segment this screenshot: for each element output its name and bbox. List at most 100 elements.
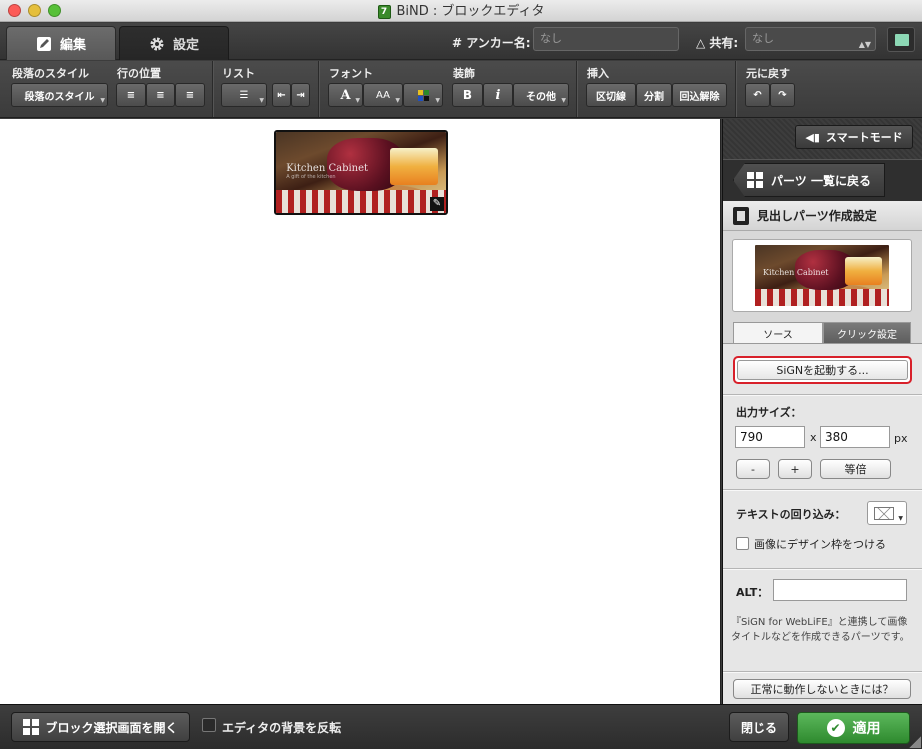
no-wrap-icon [874,507,894,520]
grid-icon [23,719,40,735]
paragraph-style-label: 段落のスタイル [12,67,89,80]
actual-size-button[interactable]: 等倍 [820,459,891,479]
undo-button[interactable]: ↶ [745,83,770,107]
insert-label: 挿入 [587,67,609,80]
output-size-label: 出力サイズ： [736,406,802,419]
tab-edit-label: 編集 [59,38,86,53]
dropdown-arrow-icon: ▼ [355,97,360,104]
tab-click-settings[interactable]: クリック設定 [823,322,911,344]
back-arrow-icon: ◀▮ [805,130,820,144]
resize-grip-icon[interactable] [909,736,921,748]
height-input[interactable]: 380 [820,426,890,448]
film-icon [733,206,749,225]
apply-button[interactable]: ✔ 適用 [797,712,910,744]
color-palette-icon [417,89,429,101]
back-to-parts-list-button[interactable]: パーツ 一覧に戻る [733,163,885,197]
redo-button[interactable]: ↷ [770,83,795,107]
unit-label: px [894,432,908,445]
bottom-bar: ブロック選択画面を開く エディタの背景を反転 閉じる ✔ 適用 [0,704,922,749]
bind-app-icon: 7 [377,5,391,19]
redo-icon: ↷ [778,89,787,101]
format-toolbar: 段落のスタイル 段落のスタイル ▼ 行の位置 ≡ ≡ ≡ リスト ☰ ▼ ⇤ ⇥ フ… [0,61,922,118]
mode-tab-bar: 編集 設定 # アンカー名: なし △ 共有: なし ▲▼ [0,23,922,60]
decoration-label: 装飾 [453,67,475,80]
align-center-icon: ≡ [156,89,165,101]
align-left-icon: ≡ [126,89,136,101]
grid-icon [747,172,764,188]
split-button[interactable]: 分割 [636,83,672,107]
smart-mode-button[interactable]: ◀▮ スマートモード [795,125,913,149]
increase-size-button[interactable]: + [778,459,812,479]
dropdown-arrow-icon: ▼ [561,97,566,104]
part-description: 『SiGN for WebLiFE』と連携して画像タイトルなどを作成できるパーツ… [731,617,910,643]
align-left-button[interactable]: ≡ [116,83,146,107]
tab-edit[interactable]: 編集 [6,26,116,60]
bullet-list-icon: ☰ [239,89,249,101]
font-color-button[interactable]: ▼ [403,83,443,107]
image-preview: Kitchen Cabinet [732,239,912,312]
close-window-button[interactable] [8,4,21,17]
font-label: フォント [329,67,373,80]
share-label: △ 共有: [696,36,739,50]
design-frame-label: 画像にデザイン枠をつける [754,538,886,551]
invert-background-checkbox[interactable] [202,718,216,732]
section-title: 見出しパーツ作成設定 [723,201,922,231]
text-wrap-select[interactable]: ▼ [867,501,907,525]
line-position-label: 行の位置 [117,67,161,80]
checkmark-icon: ✔ [826,719,845,737]
dropdown-arrow-icon: ▼ [898,515,903,522]
pencil-icon [36,36,51,51]
edit-part-icon[interactable]: ✎ [430,197,444,211]
panel-tabs: ソース クリック設定 [733,322,913,344]
invert-background-label: エディタの背景を反転 [222,721,342,735]
book-icon [895,34,909,46]
decrease-size-button[interactable]: - [736,459,770,479]
manual-book-button[interactable] [887,27,915,52]
dropdown-arrow-icon: ▼ [395,97,400,104]
font-size-button[interactable]: AA ▼ [363,83,403,107]
tab-settings[interactable]: 設定 [119,26,229,60]
open-block-select-button[interactable]: ブロック選択画面を開く [11,712,190,742]
indent-button[interactable]: ⇥ [291,83,310,107]
maximize-window-button[interactable] [48,4,61,17]
dropdown-arrow-icon: ▼ [259,97,264,104]
chevron-updown-icon: ▲▼ [858,40,871,49]
heading-image-part[interactable]: Kitchen Cabinet A gift of the kitchen ✎ [274,130,448,215]
dropdown-arrow-icon: ▼ [100,97,105,104]
outdent-button[interactable]: ⇤ [272,83,291,107]
gear-icon [150,37,164,50]
editor-canvas[interactable]: Kitchen Cabinet A gift of the kitchen ✎ [0,119,721,704]
design-frame-checkbox[interactable] [736,537,749,550]
launch-sign-button[interactable]: SiGNを起動する... [733,356,912,384]
other-decoration-button[interactable]: その他 ▼ [513,83,569,107]
minimize-window-button[interactable] [28,4,41,17]
alt-input[interactable] [773,579,907,601]
wrap-release-button[interactable]: 回込解除 [672,83,727,107]
align-right-icon: ≡ [185,89,195,101]
divider-line-button[interactable]: 区切線 [586,83,636,107]
share-select[interactable]: なし ▲▼ [745,27,876,51]
bold-button[interactable]: B [452,83,483,107]
paragraph-style-select[interactable]: 段落のスタイル ▼ [11,83,108,107]
align-right-button[interactable]: ≡ [175,83,205,107]
size-separator: x [810,431,817,444]
alt-label: ALT： [736,586,769,599]
list-style-button[interactable]: ☰ ▼ [221,83,267,107]
image-title-text: Kitchen Cabinet [286,162,369,174]
width-input[interactable]: 790 [735,426,805,448]
tab-source[interactable]: ソース [733,322,823,344]
italic-button[interactable]: i [483,83,513,107]
undo-icon: ↶ [753,89,762,101]
align-center-button[interactable]: ≡ [146,83,175,107]
indent-icon: ⇥ [296,89,305,101]
text-wrap-label: テキストの回り込み： [736,508,846,521]
block-editor-window: 7 BiND : ブロックエディタ 編集 設定 # アンカー名: なし △ 共有… [0,0,922,749]
anchor-name-label: # アンカー名: [452,36,531,50]
close-button[interactable]: 閉じる [729,712,789,742]
share-icon: △ [696,36,710,50]
font-family-button[interactable]: A ▼ [328,83,363,107]
anchor-name-input[interactable]: なし [533,27,679,51]
image-subtitle-text: A gift of the kitchen [286,174,336,181]
tab-settings-label: 設定 [172,38,199,53]
troubleshoot-button[interactable]: 正常に動作しないときには？ [733,679,911,699]
